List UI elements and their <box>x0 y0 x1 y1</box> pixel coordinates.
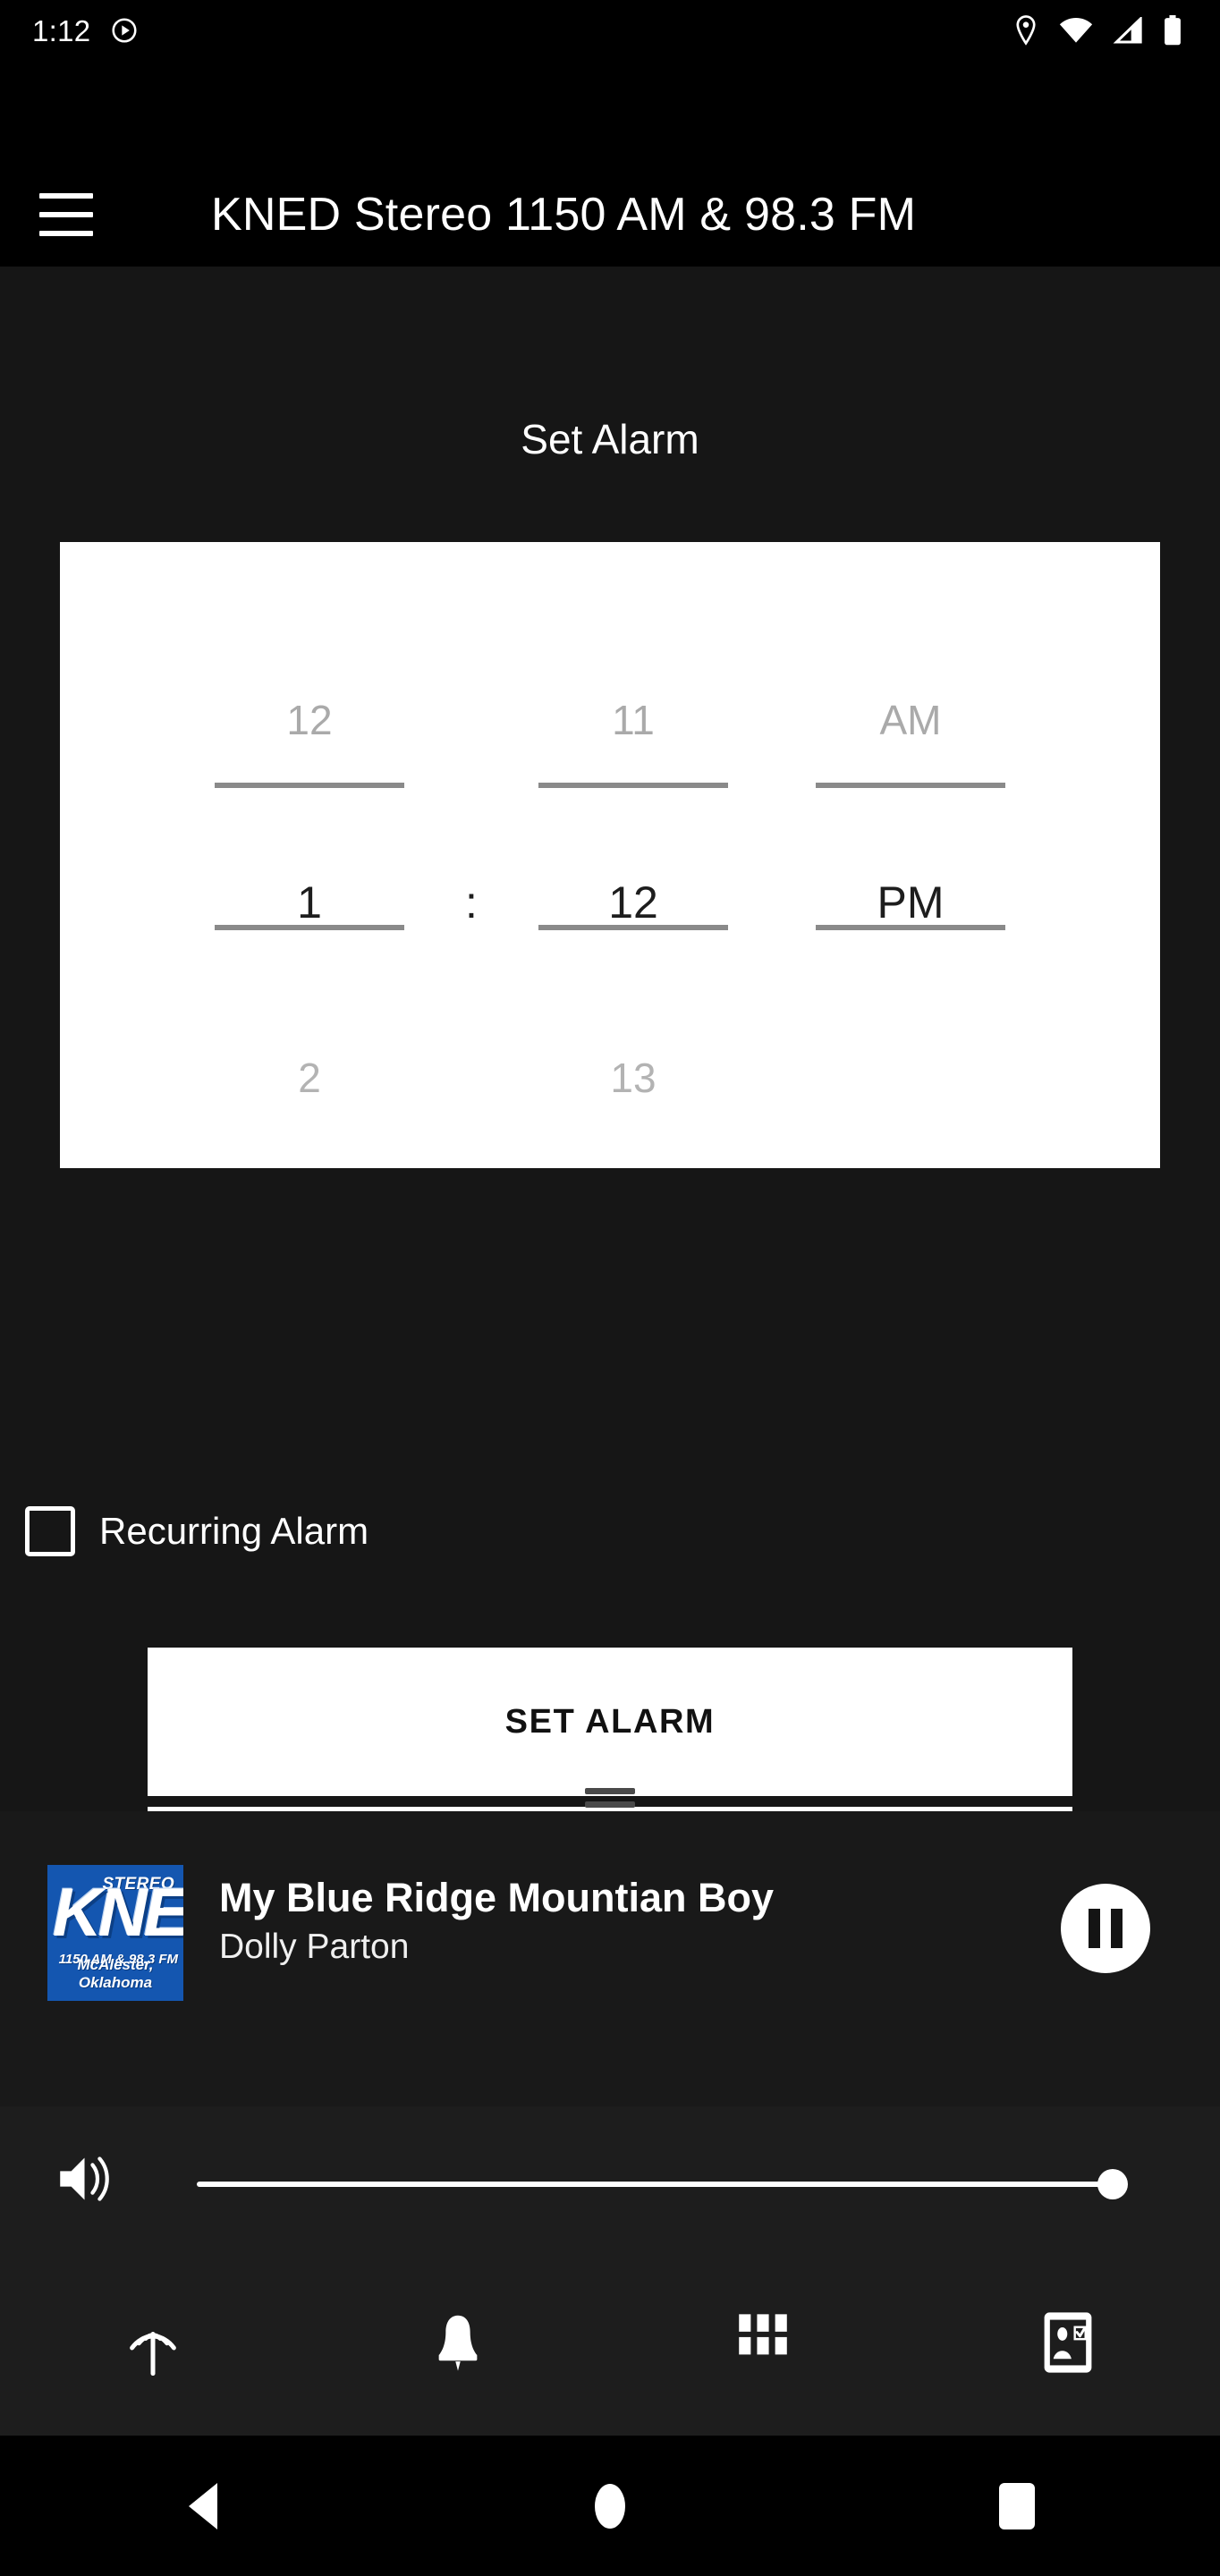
hour-picker-column[interactable]: 12 1 2 <box>171 542 448 1168</box>
track-title: My Blue Ridge Mountian Boy <box>219 1875 775 1920</box>
logo-city-text: McAlester, Oklahoma <box>77 1956 154 1991</box>
minute-option-next[interactable]: 13 <box>495 1057 772 1098</box>
recurring-alarm-checkbox[interactable] <box>25 1506 75 1556</box>
recurring-alarm-label: Recurring Alarm <box>99 1510 369 1552</box>
minute-divider-bottom <box>538 925 728 930</box>
nav-recents-button[interactable] <box>813 2482 1220 2529</box>
pause-button[interactable] <box>1061 1884 1150 1973</box>
kned-station-logo: STEREO KNED 1150 AM & 98.3 FM McAlester,… <box>47 1865 183 2001</box>
home-circle-icon <box>595 2483 625 2529</box>
hamburger-menu-icon[interactable] <box>39 193 93 236</box>
hour-option-previous[interactable]: 12 <box>171 699 448 741</box>
status-bar-right <box>1012 0 1182 61</box>
content-area: Set Alarm 12 1 2 : 11 12 13 AM PM Recurr… <box>0 267 1220 1955</box>
android-navigation-bar <box>0 2436 1220 2576</box>
time-separator: : <box>448 542 495 1168</box>
period-picker-column[interactable]: AM PM <box>772 542 1049 1168</box>
colon-label: : <box>465 877 478 928</box>
broadcast-tower-icon <box>129 2331 176 2376</box>
hamburger-line <box>39 193 93 199</box>
battery-icon <box>1165 15 1181 46</box>
tab-alarm[interactable] <box>305 2250 610 2436</box>
time-picker[interactable]: 12 1 2 : 11 12 13 AM PM <box>60 542 1160 1168</box>
app-bar: KNED Stereo 1150 AM & 98.3 FM <box>0 61 1220 267</box>
tab-broadcast[interactable] <box>0 2250 305 2436</box>
period-selected-value[interactable]: PM <box>772 880 1049 925</box>
panel-drag-handle[interactable] <box>0 1780 1220 1816</box>
hamburger-line <box>39 231 93 236</box>
minute-option-previous[interactable]: 11 <box>495 699 772 741</box>
period-divider-bottom <box>816 925 1005 930</box>
now-playing-bar[interactable]: STEREO KNED 1150 AM & 98.3 FM McAlester,… <box>0 1811 1220 2106</box>
track-info: My Blue Ridge Mountian Boy Dolly Parton <box>219 1872 953 1970</box>
location-icon <box>1016 15 1036 46</box>
wifi-icon <box>1059 18 1093 43</box>
page-title: KNED Stereo 1150 AM & 98.3 FM <box>211 189 917 241</box>
drag-handle-line <box>585 1801 635 1808</box>
period-option-previous[interactable]: AM <box>772 699 1049 741</box>
bottom-tab-bar <box>0 2250 1220 2436</box>
bell-icon <box>438 2315 477 2371</box>
drag-handle-line <box>585 1788 635 1794</box>
nav-back-button[interactable] <box>0 2482 407 2529</box>
recents-square-icon <box>998 2482 1035 2529</box>
grid-apps-icon <box>738 2314 787 2355</box>
recurring-alarm-row[interactable]: Recurring Alarm <box>25 1506 369 1556</box>
contact-card-icon <box>1044 2312 1091 2373</box>
minute-selected-value[interactable]: 12 <box>495 880 772 925</box>
minute-divider-top <box>538 783 728 788</box>
logo-callsign-text: KNED <box>53 1875 183 1951</box>
hour-option-next[interactable]: 2 <box>171 1057 448 1098</box>
volume-slider-track[interactable] <box>197 2182 1118 2187</box>
speaker-volume-icon[interactable] <box>55 2151 118 2207</box>
tab-more[interactable] <box>610 2250 915 2436</box>
status-bar-left: 1:12 <box>32 0 139 61</box>
hour-divider-bottom <box>215 925 404 930</box>
cellular-signal-icon <box>1113 17 1142 44</box>
status-bar: 1:12 <box>0 0 1220 61</box>
section-title: Set Alarm <box>521 416 699 462</box>
back-triangle-icon <box>189 2482 218 2529</box>
app-screen: 1:12 KNED Stereo 1150 AM & 98.3 FM Set A… <box>0 0 1220 2576</box>
nav-home-button[interactable] <box>407 2483 814 2529</box>
play-circle-icon <box>112 18 137 43</box>
hamburger-line <box>39 212 93 217</box>
pause-icon-bar <box>1089 1909 1100 1948</box>
status-clock: 1:12 <box>32 13 91 47</box>
tab-contact[interactable] <box>915 2250 1220 2436</box>
set-alarm-button[interactable]: SET ALARM <box>148 1648 1072 1796</box>
period-divider-top <box>816 783 1005 788</box>
volume-slider-thumb[interactable] <box>1097 2169 1128 2199</box>
minute-picker-column[interactable]: 11 12 13 <box>495 542 772 1168</box>
hour-selected-value[interactable]: 1 <box>171 880 448 925</box>
pause-icon-bar <box>1111 1909 1123 1948</box>
volume-row <box>0 2106 1220 2250</box>
track-artist: Dolly Parton <box>219 1928 410 1966</box>
hour-divider-top <box>215 783 404 788</box>
time-picker-columns: 12 1 2 : 11 12 13 AM PM <box>60 542 1160 1168</box>
